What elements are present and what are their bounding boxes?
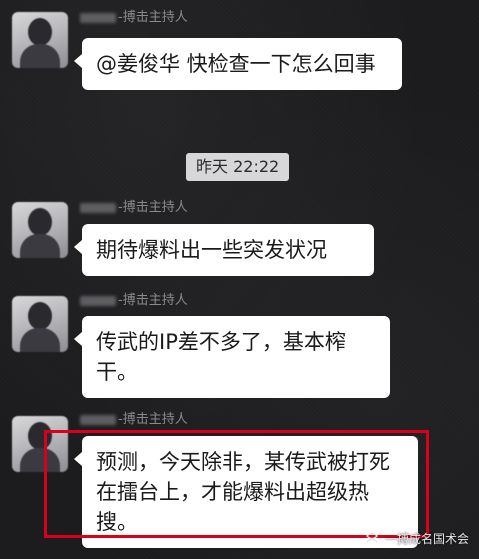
- watermark-text: 一搏成名国术会: [384, 532, 469, 546]
- message-text: @姜俊华 快检查一下怎么回事: [96, 52, 376, 76]
- sender-name: -搏击主持人: [80, 8, 188, 28]
- avatar[interactable]: [12, 202, 68, 258]
- message-bubble[interactable]: @姜俊华 快检查一下怎么回事: [74, 38, 402, 90]
- blurred-name: [80, 295, 116, 306]
- message-bubble[interactable]: 期待爆料出一些突发状况: [74, 224, 374, 276]
- avatar[interactable]: [12, 12, 68, 68]
- blurred-name: [80, 414, 116, 425]
- message-text: 传武的IP差不多了，基本榨干。: [96, 330, 346, 384]
- avatar[interactable]: [12, 296, 68, 352]
- watermark: 一搏成名国术会: [365, 529, 469, 549]
- sender-name: -搏击主持人: [80, 410, 188, 430]
- sender-name: -搏击主持人: [80, 198, 188, 218]
- timestamp: 昨天 22:22: [186, 153, 290, 181]
- message-bubble[interactable]: 传武的IP差不多了，基本榨干。: [74, 316, 390, 398]
- sender-name: -搏击主持人: [80, 291, 188, 311]
- wechat-channel-icon: [365, 532, 379, 546]
- message-text: 期待爆料出一些突发状况: [96, 238, 327, 262]
- highlight-box: [44, 430, 429, 538]
- blurred-name: [80, 202, 116, 213]
- blurred-name: [80, 12, 116, 23]
